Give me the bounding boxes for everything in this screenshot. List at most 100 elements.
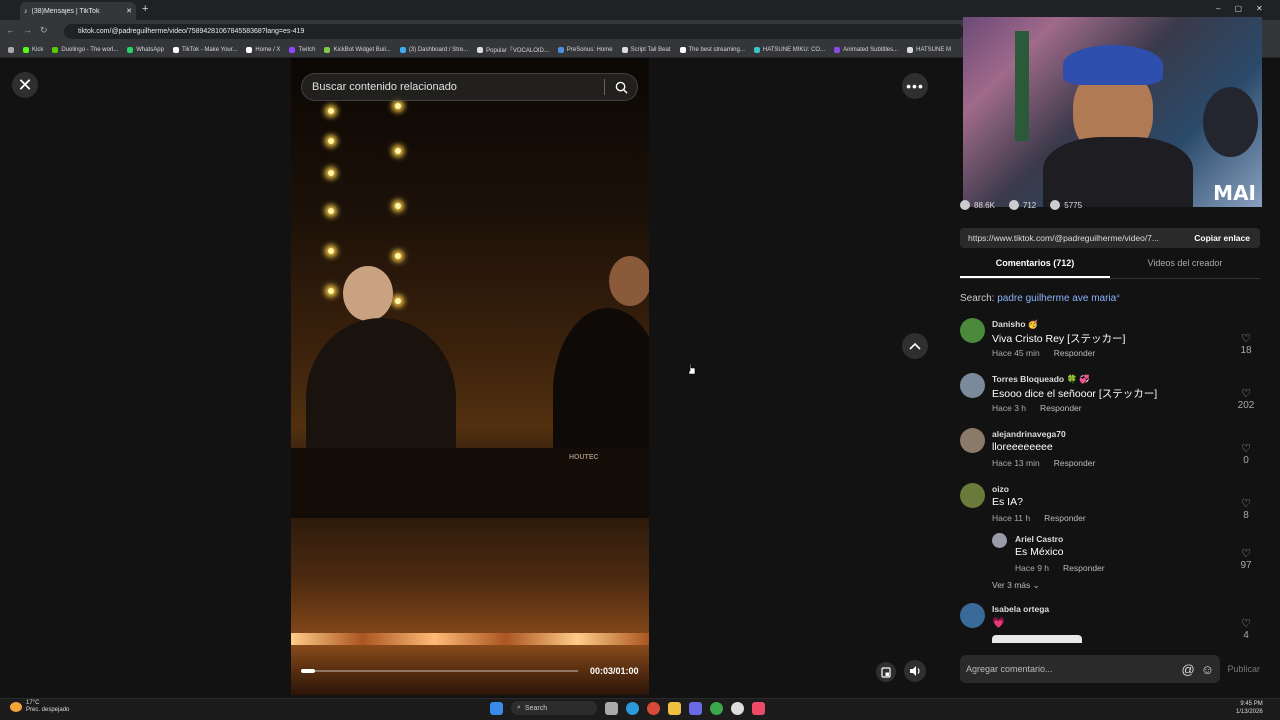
progress-track[interactable] — [301, 670, 578, 672]
avatar[interactable] — [960, 373, 985, 398]
tiktok-icon: ♪ — [24, 7, 28, 15]
bookmark-icon — [1050, 200, 1061, 210]
bookmark-item[interactable]: (3) Dashboard / Stre... — [399, 46, 468, 53]
close-button[interactable]: ✕ — [12, 72, 38, 98]
bookmark-item[interactable]: Duolingo - The worl... — [52, 46, 118, 53]
reply-like[interactable]: ♡ 97 — [1236, 549, 1256, 572]
avatar[interactable] — [992, 533, 1007, 548]
avatar[interactable] — [960, 603, 985, 628]
bookmark-item[interactable]: The best streaming... — [679, 46, 745, 53]
bookmark-item[interactable]: HATSUNE M — [907, 46, 951, 53]
bookmark-item[interactable]: KickBot Widget Buil... — [324, 46, 391, 53]
reply-button[interactable]: Responder — [1040, 403, 1082, 413]
bookmark-item[interactable]: Kick — [23, 46, 43, 53]
url-field[interactable]: tiktok.com/@padreguilherme/video/7589428… — [64, 24, 964, 39]
window-controls[interactable]: –▢✕ — [1216, 4, 1277, 13]
bookmark-item[interactable]: Animated Subtitles... — [834, 46, 898, 53]
previous-video-button[interactable] — [902, 333, 928, 359]
search-suggestion[interactable]: Search: padre guilherme ave maria⌕ — [960, 293, 1120, 304]
comment-text: Viva Cristo Rey [ステッカー] — [992, 333, 1126, 345]
discord-icon[interactable] — [689, 701, 702, 715]
share-link[interactable]: https://www.tiktok.com/@padreguilherme/v… — [960, 233, 1184, 243]
comment-like[interactable]: ♡ 202 — [1236, 389, 1256, 412]
emoji-icon[interactable]: ☺ — [1201, 662, 1214, 677]
folder-icon[interactable] — [668, 701, 681, 715]
comment-input[interactable] — [960, 655, 1182, 683]
video-player[interactable]: HOUTEC — [291, 58, 649, 695]
comment-stat[interactable]: 712 — [1008, 200, 1036, 210]
nav-buttons[interactable]: ←→↻ — [6, 25, 56, 36]
browser-tab[interactable]: ♪ (38)Mensajes | TikTok ✕ — [20, 2, 136, 20]
search-suggestion-query[interactable]: padre guilherme ave maria — [997, 293, 1116, 304]
copy-link-button[interactable]: Copiar enlace — [1184, 233, 1260, 243]
reply-button[interactable]: Responder — [1054, 458, 1096, 468]
more-options-button[interactable]: ••• — [902, 73, 928, 99]
comment-like[interactable]: ♡ 8 — [1236, 499, 1256, 522]
comment-author[interactable]: Torres Bloqueado 🍀 💞 — [992, 374, 1090, 385]
bookmark-item[interactable]: TikTok - Make Your... — [172, 46, 237, 53]
comment-like[interactable]: ♡ 4 — [1236, 619, 1256, 642]
tab-comments[interactable]: Comentarios (712) — [960, 258, 1110, 278]
task-view-icon[interactable] — [605, 701, 618, 715]
avatar[interactable] — [960, 428, 985, 453]
picture-in-picture-icon — [881, 666, 891, 678]
desk-label: HOUTEC — [569, 454, 599, 461]
system-clock[interactable]: 9:45 PM 1/13/2026 — [1236, 700, 1263, 716]
chevron-up-icon — [909, 342, 921, 350]
chrome-app-icon[interactable] — [647, 701, 660, 715]
view-more-replies[interactable]: Ver 3 más ⌄ — [992, 580, 1040, 591]
comment-item: alejandrinavega70 lloreeeeeeee Hace 13 min… — [960, 428, 1260, 478]
publish-button[interactable]: Publicar — [1220, 664, 1260, 674]
dj-head — [609, 256, 649, 306]
bookmark-item[interactable]: PreSonus: Home — [557, 46, 613, 53]
close-tab-icon[interactable]: ✕ — [126, 7, 132, 15]
stage-light — [328, 170, 334, 176]
reply-button[interactable]: Responder — [1044, 513, 1086, 523]
bookmark-item[interactable]: HATSUNE MIKU: CO... — [753, 46, 825, 53]
like-stat[interactable]: 88.6K — [960, 200, 995, 210]
bookmark-item[interactable]: WhatsApp — [127, 46, 164, 53]
streamer-cap — [1063, 45, 1163, 85]
related-search-input[interactable] — [302, 81, 604, 93]
bookmark-item[interactable]: Twitch — [289, 46, 315, 53]
reply-button[interactable]: Responder — [1054, 348, 1096, 358]
bookmark-favicon-icon — [557, 46, 564, 53]
bookmark-favicon-icon — [52, 46, 59, 53]
comment-icon — [1008, 200, 1019, 210]
reply-button[interactable]: Responder — [1063, 563, 1105, 573]
pip-button[interactable] — [876, 662, 896, 682]
chrome-icon[interactable] — [710, 701, 723, 715]
comment-author[interactable]: Isabela ortega — [992, 604, 1049, 614]
comment-author[interactable]: alejandrinavega70 — [992, 429, 1066, 439]
bookmark-favicon-icon — [23, 46, 29, 53]
bookmark-item[interactable]: Popular「VOCALOID... — [477, 45, 549, 54]
speaker-icon — [910, 666, 920, 676]
bookmark-item[interactable]: Script Tail Beat — [621, 46, 671, 53]
avatar[interactable] — [960, 318, 985, 343]
bookmark-item[interactable]: Home / X — [246, 46, 280, 53]
avatar[interactable] — [960, 483, 985, 508]
music-icon[interactable] — [752, 701, 765, 715]
comment-author[interactable]: oizo — [992, 484, 1009, 494]
save-stat[interactable]: 5775 — [1050, 200, 1082, 210]
reply-author[interactable]: Ariel Castro — [1015, 534, 1063, 544]
taskbar-search[interactable]: ⌕ Search — [511, 701, 597, 715]
comment-author[interactable]: Danisho 🥳 — [992, 319, 1038, 330]
bookmark-favicon-icon — [324, 46, 331, 53]
volume-button[interactable] — [904, 660, 926, 682]
bookmark-favicon-icon — [753, 46, 760, 53]
comment-like[interactable]: ♡ 0 — [1236, 444, 1256, 467]
comment-like[interactable]: ♡ 18 — [1236, 334, 1256, 357]
new-tab-icon[interactable]: + — [142, 3, 148, 15]
mention-icon[interactable]: @ — [1182, 662, 1195, 677]
tab-creator-videos[interactable]: Videos del creador — [1110, 258, 1260, 278]
weather-widget[interactable]: 17°C Prec. despejado — [10, 700, 69, 714]
sticker-image — [992, 635, 1082, 643]
edge-icon[interactable] — [626, 701, 639, 715]
windows-start-icon[interactable] — [490, 701, 503, 715]
search-button[interactable] — [605, 73, 637, 101]
comment-item: Torres Bloqueado 🍀 💞 Esooo dice el señooo… — [960, 373, 1260, 423]
openai-icon[interactable] — [731, 701, 744, 715]
apps-icon[interactable] — [8, 46, 14, 53]
bookmark-favicon-icon — [172, 46, 179, 53]
